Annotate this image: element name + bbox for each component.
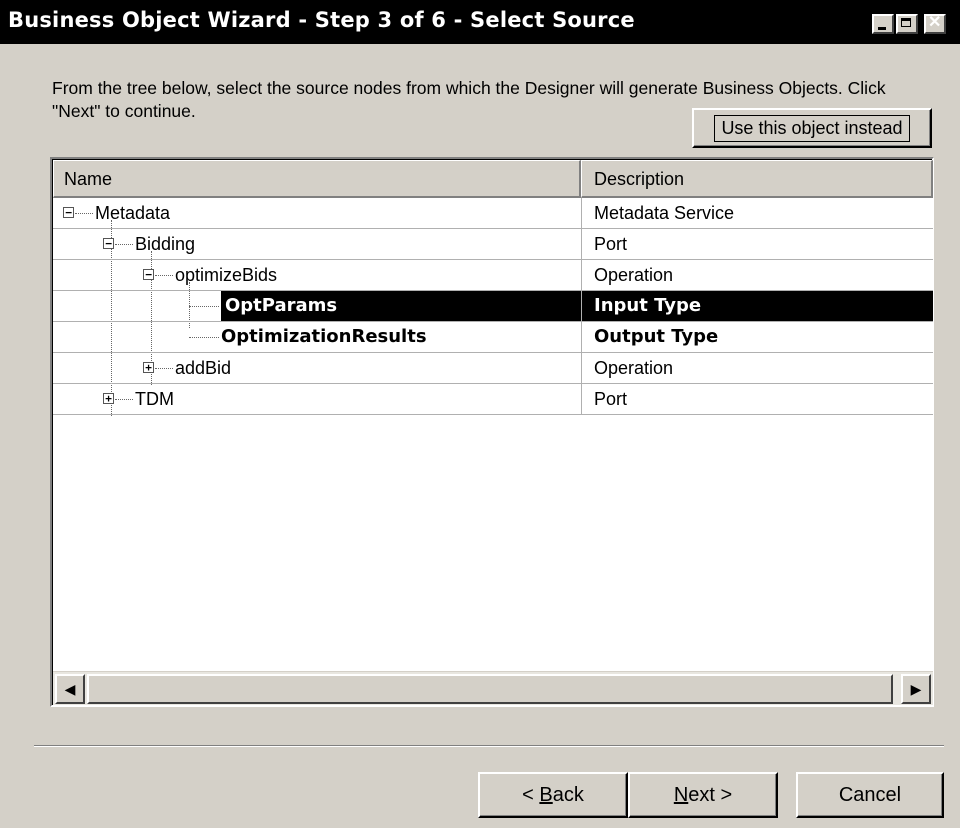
- tree-node-name: TDM: [135, 389, 174, 409]
- title-bar: Business Object Wizard - Step 3 of 6 - S…: [0, 0, 960, 44]
- expand-icon[interactable]: +: [103, 393, 114, 404]
- tree-connector: [155, 275, 173, 276]
- tree-row[interactable]: − optimizeBids Operation: [53, 260, 933, 291]
- tree-connector: [189, 337, 219, 338]
- close-button[interactable]: ✕: [924, 14, 946, 34]
- cancel-button[interactable]: Cancel: [796, 772, 944, 818]
- tree-node-description: Output Type: [581, 322, 933, 352]
- collapse-icon[interactable]: −: [63, 207, 74, 218]
- source-tree-list[interactable]: Name Description − Metadata Metadata Servi…: [50, 157, 934, 707]
- tree-node-description: Operation: [581, 353, 933, 383]
- tree-row[interactable]: + addBid Operation: [53, 353, 933, 384]
- tree-row[interactable]: OptParams Input Type: [53, 291, 933, 322]
- close-icon: ✕: [928, 14, 942, 31]
- next-label: Next >: [673, 783, 733, 806]
- back-label: < Back: [522, 783, 584, 806]
- use-this-object-label: Use this object instead: [714, 114, 910, 142]
- tree-node-name: OptimizationResults: [221, 326, 427, 347]
- next-button[interactable]: Next >: [628, 772, 778, 818]
- tree-node-description: Input Type: [581, 291, 933, 321]
- tree-node-name: addBid: [175, 358, 232, 378]
- tree-node-description: Operation: [581, 260, 933, 290]
- column-header-name[interactable]: Name: [53, 160, 581, 198]
- window-title: Business Object Wizard - Step 3 of 6 - S…: [8, 8, 635, 32]
- tree-node-name: Metadata: [95, 203, 171, 223]
- tree-node-description: Port: [581, 384, 933, 414]
- tree-row[interactable]: − Metadata Metadata Service: [53, 198, 933, 229]
- tree-node-description: Port: [581, 229, 933, 259]
- tree-connector: [115, 399, 133, 400]
- separator-line: [34, 745, 944, 747]
- tree-node-description: Metadata Service: [581, 198, 933, 228]
- expand-icon[interactable]: +: [143, 362, 154, 373]
- tree-node-name: optimizeBids: [175, 265, 278, 285]
- scroll-right-button[interactable]: ▶: [901, 674, 931, 704]
- maximize-button[interactable]: [896, 14, 918, 34]
- tree-row[interactable]: + TDM Port: [53, 384, 933, 415]
- arrow-right-icon: ▶: [910, 681, 922, 697]
- collapse-icon[interactable]: −: [143, 269, 154, 280]
- use-this-object-button[interactable]: Use this object instead: [692, 108, 932, 148]
- tree-row[interactable]: OptimizationResults Output Type: [53, 322, 933, 353]
- scroll-left-button[interactable]: ◀: [55, 674, 85, 704]
- collapse-icon[interactable]: −: [103, 238, 114, 249]
- tree-node-name: OptParams: [221, 291, 581, 321]
- arrow-left-icon: ◀: [64, 681, 76, 697]
- minimize-icon: [878, 27, 886, 30]
- scroll-thumb[interactable]: [87, 674, 893, 704]
- horizontal-scrollbar[interactable]: ◀ ▶: [53, 671, 933, 705]
- tree-connector: [75, 213, 93, 214]
- maximize-icon: [901, 18, 911, 27]
- tree-connector: [115, 244, 133, 245]
- minimize-button[interactable]: [872, 14, 894, 34]
- back-button[interactable]: < Back: [478, 772, 628, 818]
- tree-connector: [155, 368, 173, 369]
- tree-node-name: Bidding: [135, 234, 196, 254]
- tree-row[interactable]: − Bidding Port: [53, 229, 933, 260]
- column-header-description[interactable]: Description: [581, 160, 933, 198]
- tree-connector: [189, 306, 219, 307]
